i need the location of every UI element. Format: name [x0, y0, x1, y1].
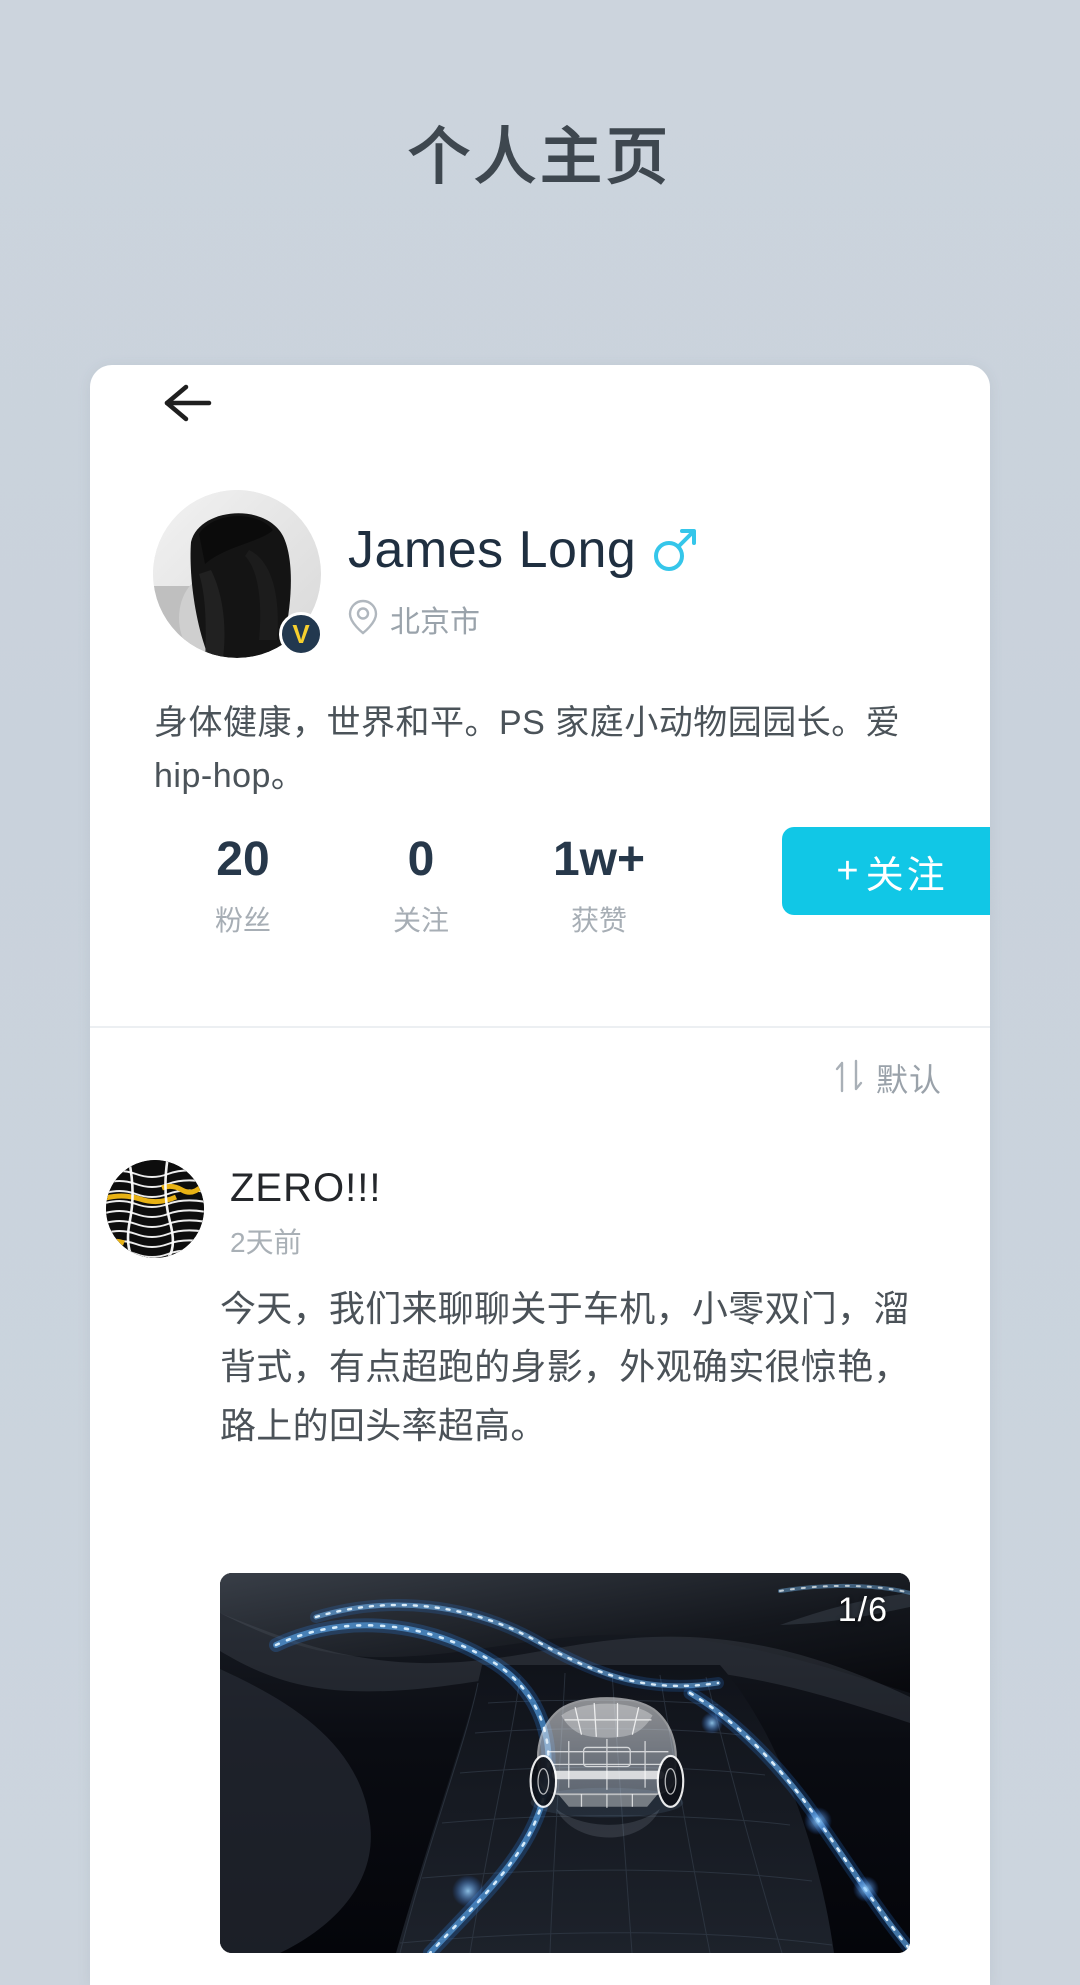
post-image — [220, 1573, 910, 1953]
post-author-avatar[interactable] — [106, 1160, 204, 1258]
avatar[interactable]: V — [153, 490, 323, 658]
post-timestamp: 2天前 — [230, 1227, 302, 1258]
stat-label: 关注 — [392, 905, 449, 937]
page-title: 个人主页 — [407, 123, 672, 192]
profile-name: James Long — [348, 521, 637, 579]
sort-control[interactable]: 默认 — [834, 1055, 942, 1101]
stat-followers[interactable]: 20 粉丝 — [154, 833, 332, 939]
verified-badge: V — [279, 612, 323, 656]
post-text: 今天，我们来聊聊关于车机，小零双门，溜背式，有点超跑的身影，外观确实很惊艳，路上… — [220, 1288, 910, 1446]
sort-label: 默认 — [875, 1062, 942, 1098]
location-row: 北京市 — [348, 597, 480, 641]
post-media[interactable]: 1/6 — [220, 1573, 910, 1953]
arrow-left-icon — [160, 381, 212, 425]
stat-value: 20 — [216, 833, 270, 886]
profile-stats: 20 粉丝 0 关注 1w+ 获赞 + 关注 — [154, 827, 990, 939]
stat-likes[interactable]: 1w+ 获赞 — [510, 833, 688, 939]
profile-card: V James Long 北京市 身体健康，世界和平。PS 家庭小动物园园长。爱… — [90, 365, 990, 1985]
location-pin-icon — [348, 599, 378, 640]
post-meta: ZERO!!! 2天前 — [230, 1160, 381, 1261]
stat-value: 1w+ — [552, 833, 646, 886]
sort-icon — [834, 1059, 864, 1098]
stat-value: 0 — [407, 833, 435, 886]
profile-bio: 身体健康，世界和平。PS 家庭小动物园园长。爱hip-hop。 — [154, 704, 901, 795]
stat-label: 获赞 — [570, 905, 627, 937]
stat-following[interactable]: 0 关注 — [332, 833, 510, 939]
section-divider — [90, 1026, 990, 1028]
location-text: 北京市 — [390, 606, 480, 639]
follow-button-label: 关注 — [865, 854, 948, 897]
stat-label: 粉丝 — [214, 905, 271, 937]
post-header: ZERO!!! 2天前 — [106, 1160, 381, 1261]
plus-icon: + — [836, 849, 862, 892]
male-icon — [650, 526, 698, 579]
name-row: James Long — [348, 520, 698, 580]
back-button[interactable] — [138, 365, 234, 451]
media-counter: 1/6 — [837, 1591, 888, 1629]
post-author-name: ZERO!!! — [230, 1166, 382, 1210]
follow-button[interactable]: + 关注 — [782, 827, 990, 915]
